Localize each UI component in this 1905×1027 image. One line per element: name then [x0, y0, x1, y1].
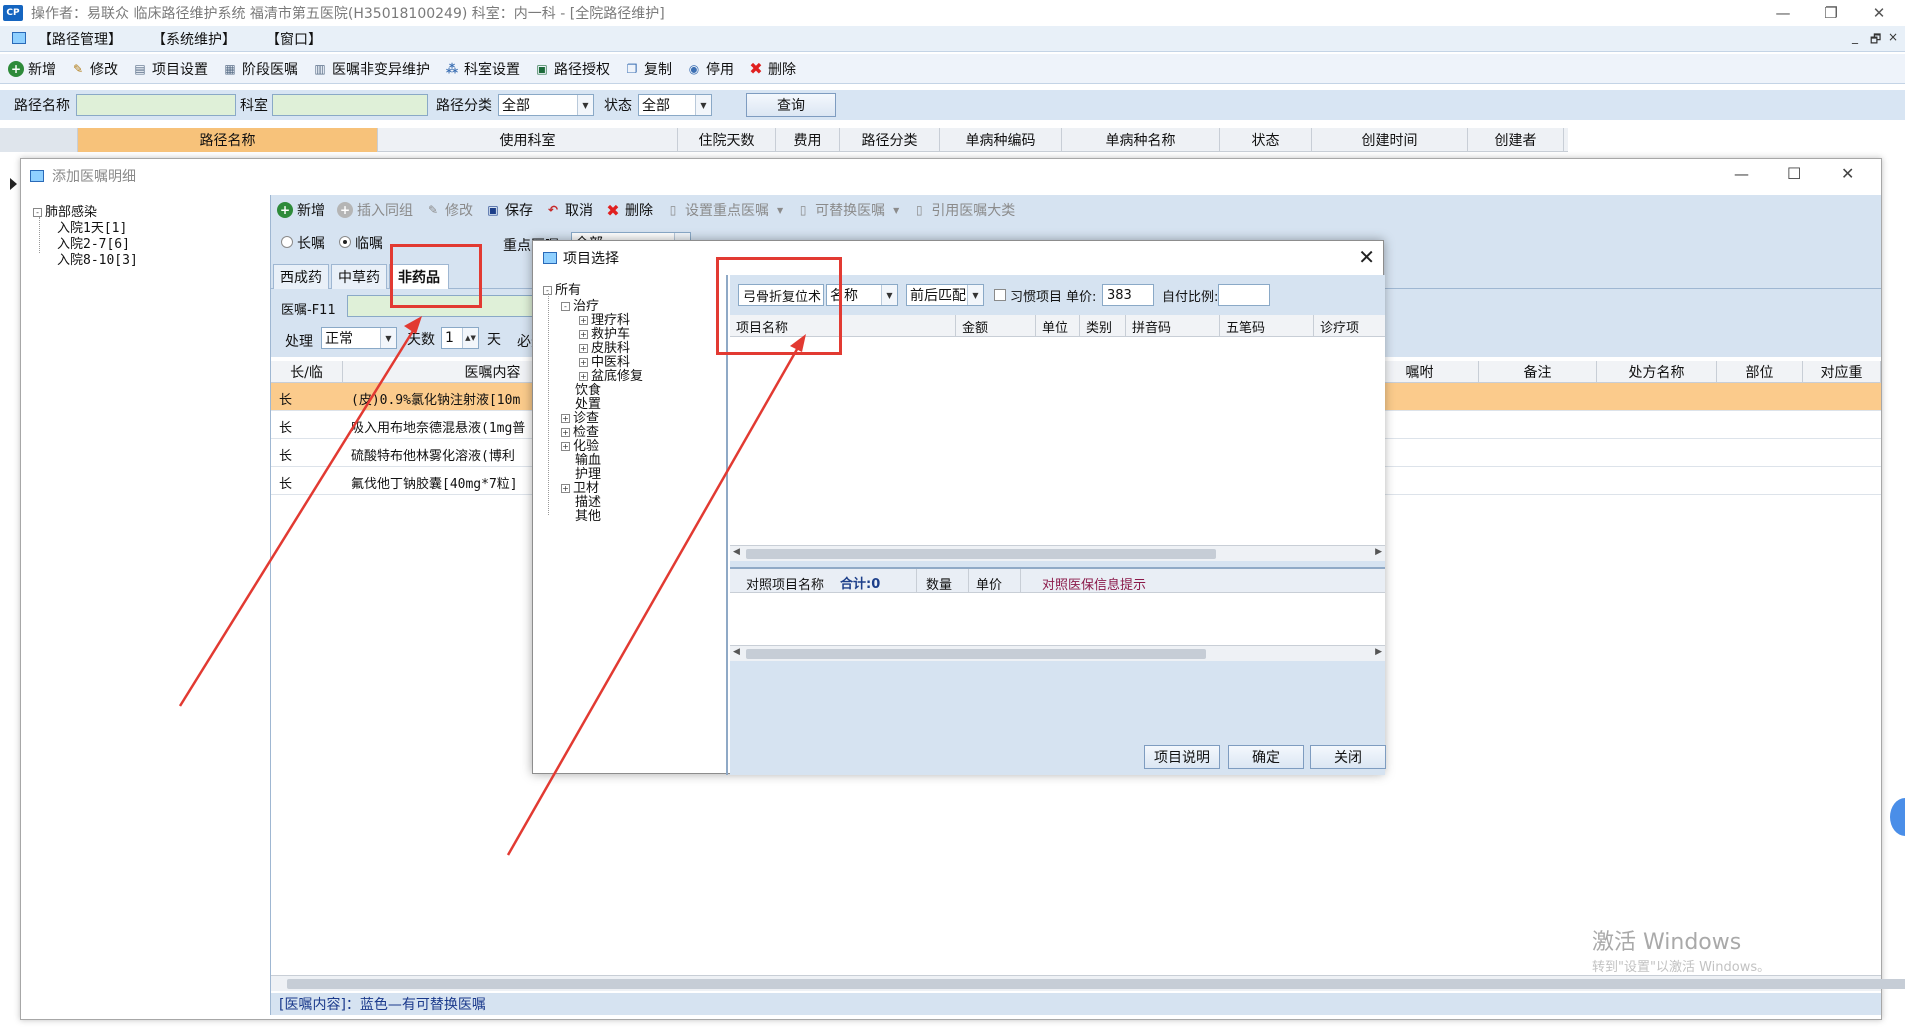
activation-watermark: 激活 Windows: [1592, 930, 1742, 955]
activation-watermark-sub: 转到"设置"以激活 Windows。: [1592, 960, 1771, 975]
annotation-arrows: [178, 316, 806, 856]
annotation-arrow-head: [404, 316, 422, 334]
annotation-arrow-head: [790, 334, 806, 352]
annotation-arrow-line: [178, 325, 418, 707]
annotation-arrow-line: [506, 343, 802, 856]
